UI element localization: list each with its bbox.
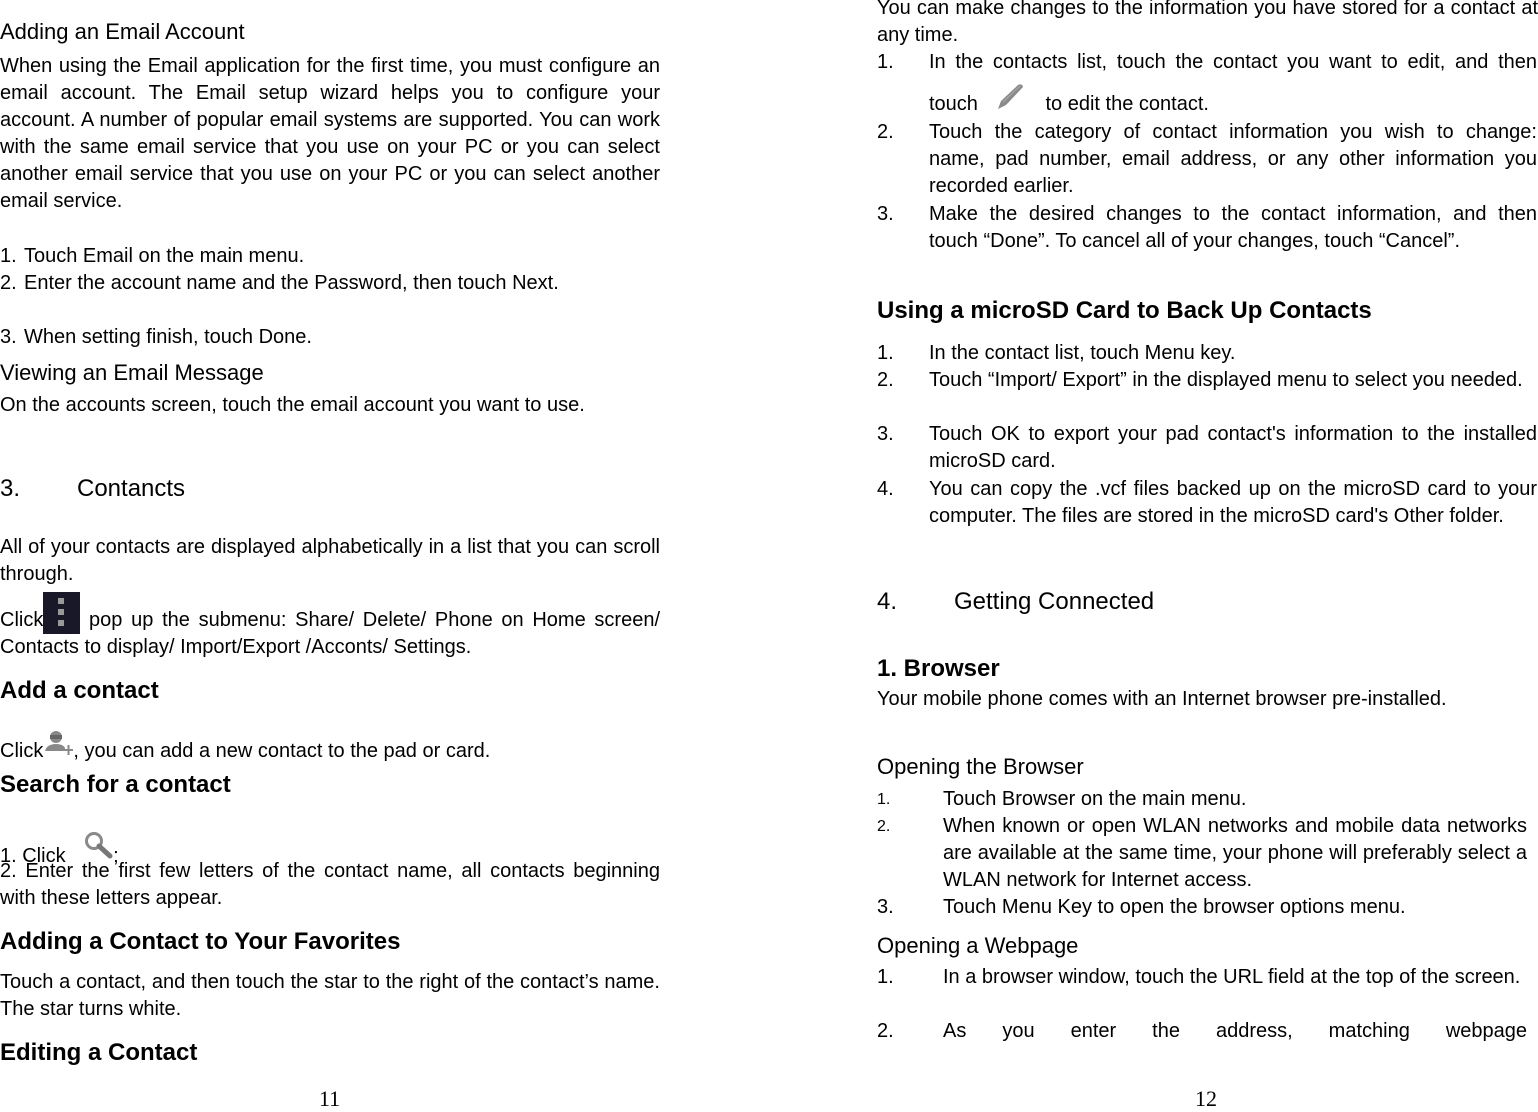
step-number: 1. xyxy=(877,966,894,988)
email-step-1: 1. Touch Email on the main menu. xyxy=(0,243,640,270)
heading-opening-browser: Opening the Browser xyxy=(877,754,1084,779)
section-number-3: 3. xyxy=(0,475,21,502)
step-text: In the contacts list, touch the contact … xyxy=(929,42,1537,126)
step-text: As you enter the address, matching webpa… xyxy=(943,1020,1527,1042)
view-email-paragraph: On the accounts screen, touch the email … xyxy=(0,394,585,416)
backup-step-1: 1. In the contact list, touch Menu key. xyxy=(877,340,1537,367)
menu-paragraph: Click pop up the submenu: Share/ Delete/… xyxy=(0,592,660,661)
browser-paragraph: Your mobile phone comes with an Internet… xyxy=(877,688,1447,710)
step-text: Touch OK to export your pad contact's in… xyxy=(929,423,1537,472)
heading-add-favorites: Adding a Contact to Your Favorites xyxy=(0,928,401,955)
step-text: Enter the account name and the Password,… xyxy=(24,272,559,294)
email-step-3: 3. When setting finish, touch Done. xyxy=(0,324,640,351)
open-browser-step-1: 1. Touch Browser on the main menu. xyxy=(877,786,1527,813)
add-contact-paragraph: Click , you can add a new contact to the… xyxy=(0,729,490,767)
step-number: 3. xyxy=(877,896,894,918)
section-number-4: 4. xyxy=(877,588,898,615)
step-number: 3. xyxy=(0,326,17,348)
overflow-menu-icon xyxy=(43,592,81,634)
section-title-contacts: Contancts xyxy=(77,475,186,502)
email-step-2: 2. Enter the account name and the Passwo… xyxy=(0,270,640,297)
heading-add-contact: Add a contact xyxy=(0,677,159,704)
heading-viewing-email: Viewing an Email Message xyxy=(0,360,264,385)
search-step-2: 2. Enter the first few letters of the co… xyxy=(0,860,660,909)
section-title-getting-connected: Getting Connected xyxy=(954,588,1155,615)
heading-editing-contact: Editing a Contact xyxy=(0,1039,198,1066)
edit-step-2: 2. Touch the category of contact informa… xyxy=(877,119,1537,200)
step-text-after: to edit the contact. xyxy=(1039,93,1209,115)
heading-microsd-backup: Using a microSD Card to Back Up Contacts xyxy=(877,297,1372,324)
step-text: Make the desired changes to the contact … xyxy=(929,203,1537,252)
step-number: 3. xyxy=(877,203,894,225)
backup-step-4: 4. You can copy the .vcf files backed up… xyxy=(877,476,1537,530)
heading-search-contact: Search for a contact xyxy=(0,771,231,798)
step-text: When known or open WLAN networks and mob… xyxy=(943,815,1527,891)
step-number: 1. xyxy=(0,245,17,267)
step-number: 3. xyxy=(877,423,894,445)
edit-step-1: 1. In the contacts list, touch the conta… xyxy=(877,49,1537,126)
click-label: Click xyxy=(0,740,44,762)
backup-step-2: 2. Touch “Import/ Export” in the display… xyxy=(877,367,1537,394)
step-text: In the contact list, touch Menu key. xyxy=(929,342,1236,364)
add-contact-text: , you can add a new contact to the pad o… xyxy=(73,740,491,762)
page-number-12: 12 xyxy=(1195,1086,1217,1111)
heading-adding-email-account: Adding an Email Account xyxy=(0,19,245,44)
open-browser-step-2: 2. When known or open WLAN networks and … xyxy=(877,813,1527,894)
webpage-step-2: 2. As you enter the address, matching we… xyxy=(877,1018,1527,1045)
step-text: Touch the category of contact informatio… xyxy=(929,121,1537,197)
add-contact-icon xyxy=(43,729,74,767)
step-text: You can copy the .vcf files backed up on… xyxy=(929,478,1537,527)
menu-text: pop up the submenu: Share/ Delete/ Phone… xyxy=(0,609,660,658)
step-number: 2. xyxy=(0,272,17,294)
step-number: 1. xyxy=(877,342,894,364)
heading-browser: 1. Browser xyxy=(877,655,1000,682)
step-number: 2. xyxy=(877,1020,894,1042)
step-text: In a browser window, touch the URL field… xyxy=(943,966,1521,988)
step-text: Touch “Import/ Export” in the displayed … xyxy=(929,369,1523,391)
step-text: Touch Menu Key to open the browser optio… xyxy=(943,896,1406,918)
edit-step-3: 3. Make the desired changes to the conta… xyxy=(877,201,1537,255)
backup-step-3: 3. Touch OK to export your pad contact's… xyxy=(877,421,1537,475)
step-text: Touch Browser on the main menu. xyxy=(943,788,1247,810)
click-label: Click xyxy=(0,609,44,631)
step-text: Touch Email on the main menu. xyxy=(24,245,305,267)
step-number: 1. xyxy=(877,51,894,73)
step-number: 2. xyxy=(877,818,891,835)
page-number-11: 11 xyxy=(319,1086,341,1111)
step-number: 2. xyxy=(877,369,894,391)
step-text: When setting finish, touch Done. xyxy=(24,326,312,348)
email-intro-paragraph: When using the Email application for the… xyxy=(0,55,660,212)
contacts-paragraph: All of your contacts are displayed alpha… xyxy=(0,536,660,585)
step-number: 1. xyxy=(877,791,891,808)
open-browser-step-3: 3. Touch Menu Key to open the browser op… xyxy=(877,894,1527,921)
step-number: 4. xyxy=(877,478,894,500)
favorites-paragraph: Touch a contact, and then touch the star… xyxy=(0,971,660,1020)
heading-opening-webpage: Opening a Webpage xyxy=(877,933,1079,958)
step-number: 2. xyxy=(877,121,894,143)
webpage-step-1: 1. In a browser window, touch the URL fi… xyxy=(877,964,1527,991)
